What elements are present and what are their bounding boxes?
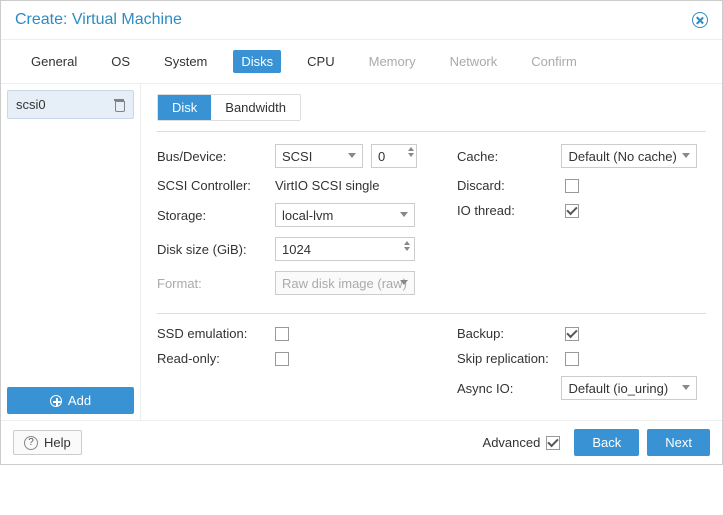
wizard-tabs: General OS System Disks CPU Memory Netwo… xyxy=(1,40,722,84)
ssd-emulation-label: SSD emulation: xyxy=(157,326,267,341)
chevron-down-icon xyxy=(400,212,408,217)
async-io-row: Async IO: Default (io_uring) xyxy=(457,376,697,400)
skip-replication-row: Skip replication: xyxy=(457,351,697,366)
scsi-controller-label: SCSI Controller: xyxy=(157,178,267,193)
tab-disks[interactable]: Disks xyxy=(233,50,281,73)
dialog-footer: ? Help Advanced Back Next xyxy=(1,420,722,464)
disk-size-row: Disk size (GiB): 1024 xyxy=(157,237,417,261)
disk-sidebar: scsi0 Add xyxy=(1,84,141,420)
tab-cpu[interactable]: CPU xyxy=(299,50,342,73)
cache-row: Cache: Default (No cache) xyxy=(457,144,697,168)
subtab-disk[interactable]: Disk xyxy=(158,95,211,120)
format-row: Format: Raw disk image (raw) xyxy=(157,271,417,295)
skip-replication-label: Skip replication: xyxy=(457,351,557,366)
chevron-down-icon xyxy=(348,153,356,158)
format-label: Format: xyxy=(157,276,267,291)
read-only-checkbox[interactable] xyxy=(275,352,289,366)
cache-label: Cache: xyxy=(457,149,553,164)
cache-select[interactable]: Default (No cache) xyxy=(561,144,697,168)
backup-label: Backup: xyxy=(457,326,557,341)
chevron-down-icon xyxy=(400,280,408,285)
tab-network: Network xyxy=(442,50,506,73)
chevron-down-icon xyxy=(682,385,690,390)
add-disk-button[interactable]: Add xyxy=(7,387,134,414)
advanced-label: Advanced xyxy=(483,435,541,450)
help-label: Help xyxy=(44,435,71,450)
async-io-label: Async IO: xyxy=(457,381,553,396)
ssd-emulation-row: SSD emulation: xyxy=(157,326,417,341)
help-button[interactable]: ? Help xyxy=(13,430,82,455)
disk-size-label: Disk size (GiB): xyxy=(157,242,267,257)
io-thread-label: IO thread: xyxy=(457,203,557,218)
storage-select[interactable]: local-lvm xyxy=(275,203,415,227)
tab-system[interactable]: System xyxy=(156,50,215,73)
dialog-title: Create: Virtual Machine xyxy=(15,11,182,29)
dialog-titlebar: Create: Virtual Machine xyxy=(1,1,722,40)
subtab-bandwidth[interactable]: Bandwidth xyxy=(211,95,300,120)
skip-replication-checkbox[interactable] xyxy=(565,352,579,366)
storage-label: Storage: xyxy=(157,208,267,223)
bus-select[interactable]: SCSI xyxy=(275,144,363,168)
dialog-body: scsi0 Add Disk Bandwidth Bus/Device: SCS… xyxy=(1,84,722,420)
bus-device-row: Bus/Device: SCSI 0 xyxy=(157,144,417,168)
read-only-label: Read-only: xyxy=(157,351,267,366)
scsi-controller-row: SCSI Controller: VirtIO SCSI single xyxy=(157,178,417,193)
create-vm-dialog: Create: Virtual Machine General OS Syste… xyxy=(0,0,723,465)
tab-os[interactable]: OS xyxy=(103,50,138,73)
advanced-toggle[interactable]: Advanced xyxy=(483,435,561,450)
sidebar-item-scsi0[interactable]: scsi0 xyxy=(7,90,134,119)
backup-checkbox[interactable] xyxy=(565,327,579,341)
discard-label: Discard: xyxy=(457,178,557,193)
read-only-row: Read-only: xyxy=(157,351,417,366)
chevron-down-icon xyxy=(682,153,690,158)
async-io-select[interactable]: Default (io_uring) xyxy=(561,376,697,400)
discard-row: Discard: xyxy=(457,178,697,193)
format-select: Raw disk image (raw) xyxy=(275,271,415,295)
help-icon: ? xyxy=(24,436,38,450)
trash-icon[interactable] xyxy=(113,99,125,111)
discard-checkbox[interactable] xyxy=(565,179,579,193)
backup-row: Backup: xyxy=(457,326,697,341)
add-button-label: Add xyxy=(68,393,91,408)
ssd-emulation-checkbox[interactable] xyxy=(275,327,289,341)
io-thread-checkbox[interactable] xyxy=(565,204,579,218)
next-button[interactable]: Next xyxy=(647,429,710,456)
storage-row: Storage: local-lvm xyxy=(157,203,417,227)
tab-general[interactable]: General xyxy=(23,50,85,73)
scsi-controller-value: VirtIO SCSI single xyxy=(275,178,380,193)
bus-device-label: Bus/Device: xyxy=(157,149,267,164)
device-number-input[interactable]: 0 xyxy=(371,144,417,168)
disk-size-input[interactable]: 1024 xyxy=(275,237,415,261)
disk-subtabs: Disk Bandwidth xyxy=(157,94,301,121)
io-thread-row: IO thread: xyxy=(457,203,697,218)
close-icon[interactable] xyxy=(692,12,708,28)
back-button[interactable]: Back xyxy=(574,429,639,456)
plus-circle-icon xyxy=(50,395,62,407)
disk-form: Disk Bandwidth Bus/Device: SCSI 0 SCSI C… xyxy=(141,84,722,420)
tab-confirm: Confirm xyxy=(523,50,585,73)
sidebar-item-label: scsi0 xyxy=(16,97,46,112)
advanced-checkbox[interactable] xyxy=(546,436,560,450)
tab-memory: Memory xyxy=(361,50,424,73)
